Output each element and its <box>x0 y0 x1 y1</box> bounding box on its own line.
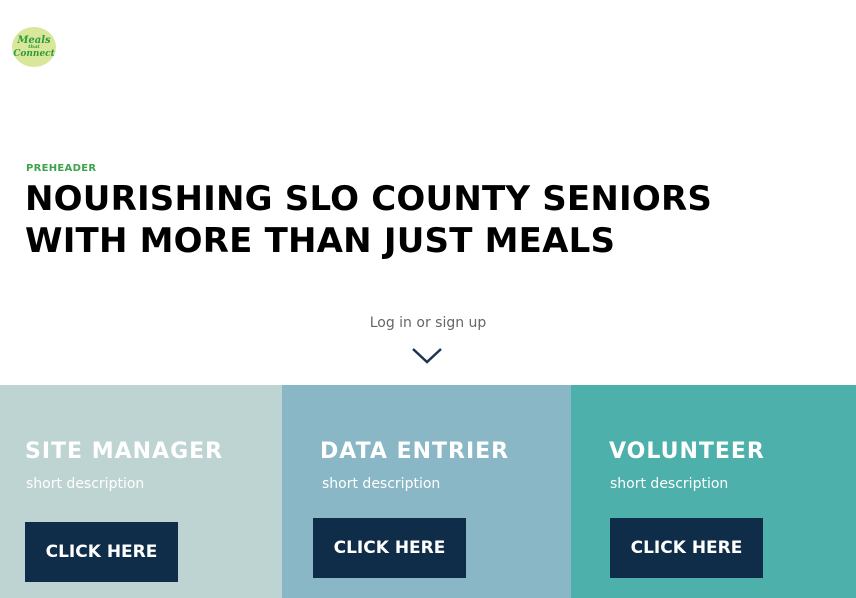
panel-title: DATA ENTRIER <box>320 439 510 464</box>
login-link[interactable]: Log in or sign up <box>0 315 856 331</box>
logo-text: Connect <box>13 48 55 59</box>
panel-title: SITE MANAGER <box>25 439 224 464</box>
panel-description: short description <box>322 476 441 492</box>
meals-that-connect-logo[interactable]: Meals that Connect <box>12 27 56 67</box>
panel-data-entrier: DATA ENTRIER short description CLICK HER… <box>282 385 571 598</box>
data-entrier-click-here-button[interactable]: CLICK HERE <box>313 518 466 578</box>
panel-volunteer: VOLUNTEER short description CLICK HERE <box>571 385 856 598</box>
panel-site-manager: SITE MANAGER short description CLICK HER… <box>0 385 282 598</box>
panel-title: VOLUNTEER <box>609 439 765 464</box>
title-line-1: NOURISHING SLO COUNTY SENIORS <box>25 179 713 219</box>
preheader: PREHEADER <box>26 163 97 174</box>
page-title: NOURISHING SLO COUNTY SENIORS WITH MORE … <box>25 178 712 262</box>
volunteer-click-here-button[interactable]: CLICK HERE <box>610 518 763 578</box>
panel-description: short description <box>610 476 729 492</box>
panel-description: short description <box>26 476 145 492</box>
title-line-2: WITH MORE THAN JUST MEALS <box>25 221 616 261</box>
chevron-down-icon[interactable] <box>411 345 443 365</box>
site-manager-click-here-button[interactable]: CLICK HERE <box>25 522 178 582</box>
